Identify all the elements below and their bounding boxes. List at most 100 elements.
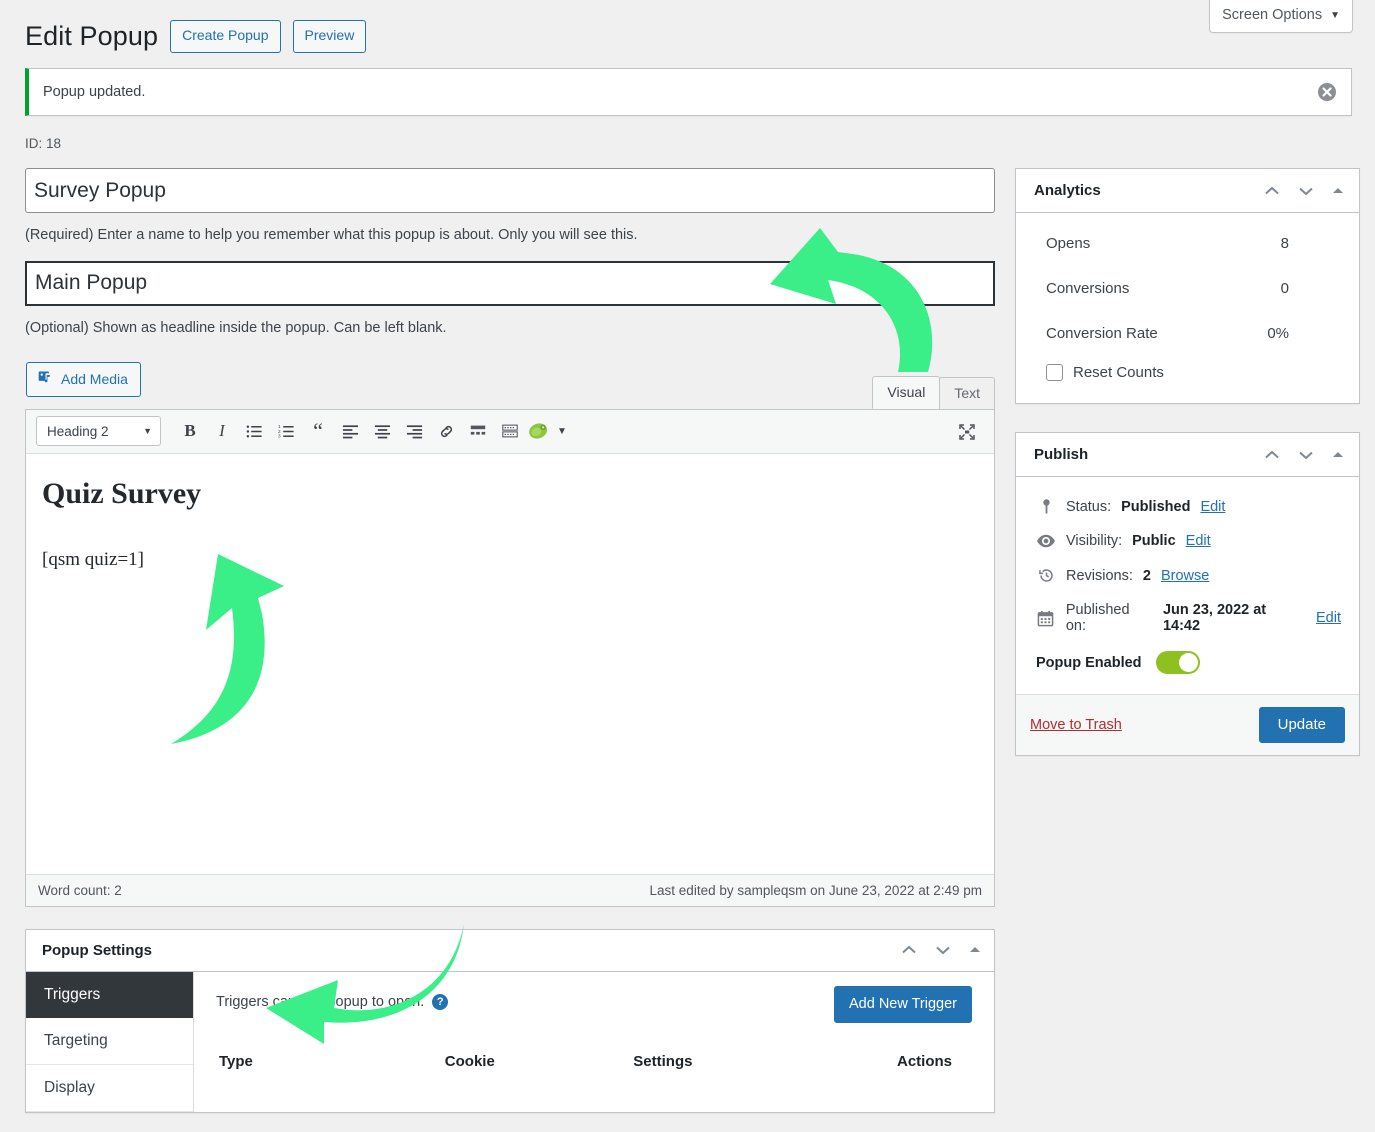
pin-icon xyxy=(1036,498,1056,515)
chevron-down-icon: ▼ xyxy=(1330,9,1340,21)
triggers-panel: Triggers cause a popup to open. ? Add Ne… xyxy=(194,972,994,1112)
publish-status-label: Status: xyxy=(1066,498,1112,515)
publish-visibility-value: Public xyxy=(1132,533,1176,549)
panel-controls xyxy=(1263,184,1345,198)
headline-input[interactable] xyxy=(25,260,995,306)
toggle-panel-icon[interactable] xyxy=(1331,185,1345,197)
move-down-icon[interactable] xyxy=(1297,184,1315,198)
popup-settings-header: Popup Settings xyxy=(26,930,994,972)
publish-date-label: Published on: xyxy=(1065,602,1130,634)
italic-icon[interactable]: I xyxy=(207,416,237,446)
toggle-knob xyxy=(1178,653,1198,672)
format-select[interactable]: Heading 2 ▼ xyxy=(36,416,161,446)
move-up-icon[interactable] xyxy=(1263,448,1281,462)
publish-status-value: Published xyxy=(1121,498,1191,515)
format-select-value: Heading 2 xyxy=(47,423,109,439)
analytics-value: 0 xyxy=(1280,280,1289,297)
tab-display[interactable]: Display xyxy=(26,1065,193,1112)
publish-header: Publish xyxy=(1016,433,1359,477)
toolbar-buttons: B I 1 2 3 “ ▼ xyxy=(175,416,571,446)
move-up-icon[interactable] xyxy=(900,943,918,957)
numbered-list-icon[interactable]: 1 2 3 xyxy=(271,416,301,446)
analytics-row-conversions: Conversions 0 xyxy=(1034,266,1341,311)
reset-counts-checkbox[interactable] xyxy=(1046,364,1063,381)
panel-controls xyxy=(900,943,982,957)
qsm-dropdown-icon[interactable]: ▼ xyxy=(553,416,571,446)
popup-id-label: ID: 18 xyxy=(25,136,62,151)
tab-text[interactable]: Text xyxy=(939,376,995,409)
link-icon[interactable] xyxy=(431,416,461,446)
toggle-panel-icon[interactable] xyxy=(968,944,982,956)
page-header: Edit Popup Create Popup Preview xyxy=(25,20,367,53)
popup-name-input[interactable] xyxy=(25,168,995,213)
publish-revisions-row: Revisions: 2 Browse xyxy=(1032,558,1341,593)
page-title: Edit Popup xyxy=(25,21,159,52)
move-up-icon[interactable] xyxy=(1263,184,1281,198)
move-to-trash-link[interactable]: Move to Trash xyxy=(1030,717,1122,733)
move-down-icon[interactable] xyxy=(1297,448,1315,462)
analytics-row-opens: Opens 8 xyxy=(1034,221,1341,266)
screen-options-label: Screen Options xyxy=(1222,7,1323,23)
publish-status-row: Status: Published Edit xyxy=(1032,489,1341,524)
editor-mode-tabs: Visual Text xyxy=(872,375,995,409)
blockquote-icon[interactable]: “ xyxy=(303,416,333,446)
preview-button[interactable]: Preview xyxy=(292,20,367,53)
add-media-label: Add Media xyxy=(61,370,128,387)
toolbar-toggle-icon[interactable] xyxy=(495,416,525,446)
triggers-table: Type Cookie Settings Actions xyxy=(216,1050,972,1082)
bold-icon[interactable]: B xyxy=(175,416,205,446)
last-edited: Last edited by sampleqsm on June 23, 202… xyxy=(649,882,982,898)
edit-status-link[interactable]: Edit xyxy=(1200,499,1225,515)
publish-body: Status: Published Edit Visibility: Publi… xyxy=(1016,477,1359,694)
analytics-header: Analytics xyxy=(1016,169,1359,213)
popup-settings-title: Popup Settings xyxy=(42,941,152,959)
analytics-body: Opens 8 Conversions 0 Conversion Rate 0%… xyxy=(1016,213,1359,403)
publish-footer: Move to Trash Update xyxy=(1016,694,1359,755)
edit-popup-page: Screen Options ▼ Edit Popup Create Popup… xyxy=(0,0,1375,1132)
help-icon[interactable]: ? xyxy=(432,993,449,1010)
svg-text:3: 3 xyxy=(278,433,281,439)
create-popup-button[interactable]: Create Popup xyxy=(170,20,281,53)
fullscreen-icon[interactable] xyxy=(952,417,982,447)
eye-icon xyxy=(1036,534,1056,548)
edit-visibility-link[interactable]: Edit xyxy=(1186,533,1211,549)
sidebar: Analytics Opens 8 Conversions 0 Conversi… xyxy=(1015,168,1360,784)
align-center-icon[interactable] xyxy=(367,416,397,446)
popup-settings-tabs: Triggers Targeting Display xyxy=(26,971,194,1112)
align-right-icon[interactable] xyxy=(399,416,429,446)
analytics-label: Opens xyxy=(1046,235,1091,252)
editor-footer: Word count: 2 Last edited by sampleqsm o… xyxy=(26,873,994,906)
column-header-settings: Settings xyxy=(633,1052,693,1070)
bulleted-list-icon[interactable] xyxy=(239,416,269,446)
screen-options-button[interactable]: Screen Options ▼ xyxy=(1209,0,1353,33)
analytics-panel: Analytics Opens 8 Conversions 0 Conversi… xyxy=(1015,168,1360,404)
move-down-icon[interactable] xyxy=(934,943,952,957)
content-editor: Add Media Visual Text Heading 2 ▼ B I 1 … xyxy=(25,361,995,907)
tab-targeting[interactable]: Targeting xyxy=(26,1018,193,1065)
popup-settings-panel: Popup Settings Triggers Targeting Displa… xyxy=(25,928,995,1113)
tab-triggers[interactable]: Triggers xyxy=(26,971,193,1018)
update-button[interactable]: Update xyxy=(1258,707,1345,743)
history-icon xyxy=(1036,567,1056,584)
notice-message: Popup updated. xyxy=(43,84,146,100)
popup-enabled-toggle[interactable] xyxy=(1155,651,1200,674)
popup-enabled-label: Popup Enabled xyxy=(1036,654,1142,671)
headline-help: (Optional) Shown as headline inside the … xyxy=(25,319,447,336)
close-icon[interactable] xyxy=(1317,82,1337,102)
align-left-icon[interactable] xyxy=(335,416,365,446)
add-media-button[interactable]: Add Media xyxy=(26,361,141,397)
tab-visual[interactable]: Visual xyxy=(872,375,941,409)
column-header-type: Type xyxy=(219,1052,253,1070)
publish-revisions-label: Revisions: xyxy=(1066,567,1133,584)
read-more-icon[interactable] xyxy=(463,416,493,446)
toggle-panel-icon[interactable] xyxy=(1331,449,1345,461)
add-new-trigger-button[interactable]: Add New Trigger xyxy=(834,985,972,1023)
media-icon xyxy=(37,369,54,389)
edit-date-link[interactable]: Edit xyxy=(1316,610,1341,626)
qsm-quiz-icon[interactable] xyxy=(527,416,551,446)
editor-shortcode: [qsm quiz=1] xyxy=(42,548,145,570)
editor-content-area[interactable]: Quiz Survey [qsm quiz=1] xyxy=(26,453,994,874)
column-header-cookie: Cookie xyxy=(444,1052,495,1070)
browse-revisions-link[interactable]: Browse xyxy=(1161,568,1209,584)
publish-date-row: Published on: Jun 23, 2022 at 14:42 Edit xyxy=(1032,593,1341,643)
